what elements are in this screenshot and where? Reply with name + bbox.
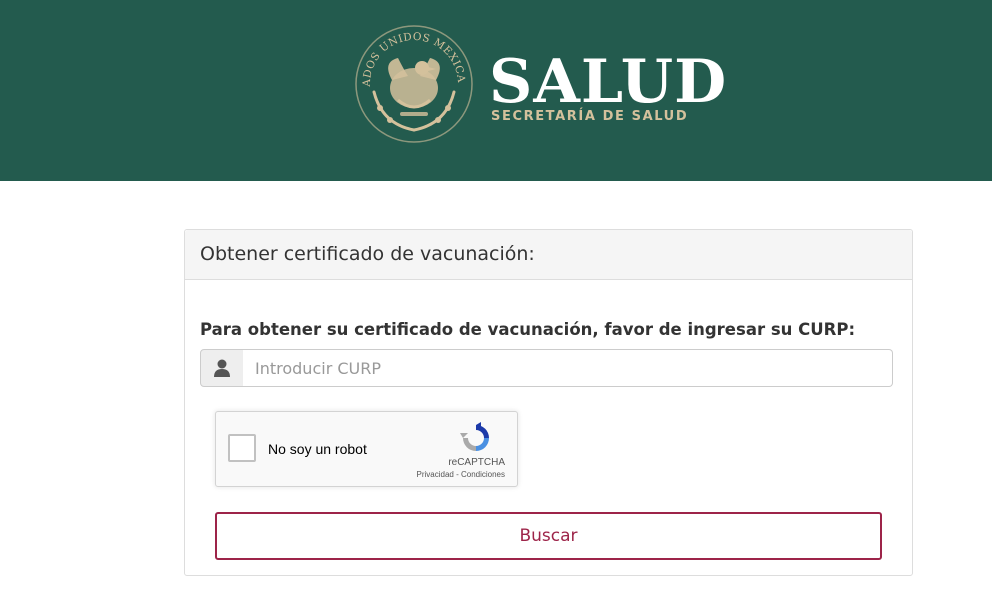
panel-heading: Obtener certificado de vacunación: xyxy=(185,230,912,280)
curp-input-group xyxy=(200,349,896,387)
brand-subtitle: SECRETARÍA DE SALUD xyxy=(491,109,689,124)
brand-title: SALUD xyxy=(489,47,728,117)
user-icon xyxy=(214,359,230,377)
recaptcha-widget: No soy un robot reCAPTCHA Privacidad - C… xyxy=(215,411,518,487)
curp-input[interactable] xyxy=(243,349,893,387)
site-header: ESTADOS UNIDOS MEXICANOS SALUD SECRETARÍ… xyxy=(0,0,992,181)
recaptcha-link-separator: - xyxy=(453,470,461,479)
certificate-panel: Obtener certificado de vacunación: Para … xyxy=(184,229,913,576)
input-addon xyxy=(200,349,244,387)
brand-lockup: ESTADOS UNIDOS MEXICANOS SALUD SECRETARÍ… xyxy=(352,22,752,147)
national-seal-icon: ESTADOS UNIDOS MEXICANOS xyxy=(352,22,473,143)
panel-title: Obtener certificado de vacunación: xyxy=(200,243,535,265)
search-button[interactable]: Buscar xyxy=(215,512,882,560)
curp-label: Para obtener su certificado de vacunació… xyxy=(200,320,856,339)
recaptcha-privacy-link[interactable]: Privacidad xyxy=(417,470,454,479)
recaptcha-links: Privacidad - Condiciones xyxy=(216,470,506,479)
recaptcha-label: No soy un robot xyxy=(268,441,367,457)
recaptcha-logo-icon xyxy=(460,422,489,451)
recaptcha-brand: reCAPTCHA xyxy=(448,457,505,468)
recaptcha-terms-link[interactable]: Condiciones xyxy=(461,470,505,479)
